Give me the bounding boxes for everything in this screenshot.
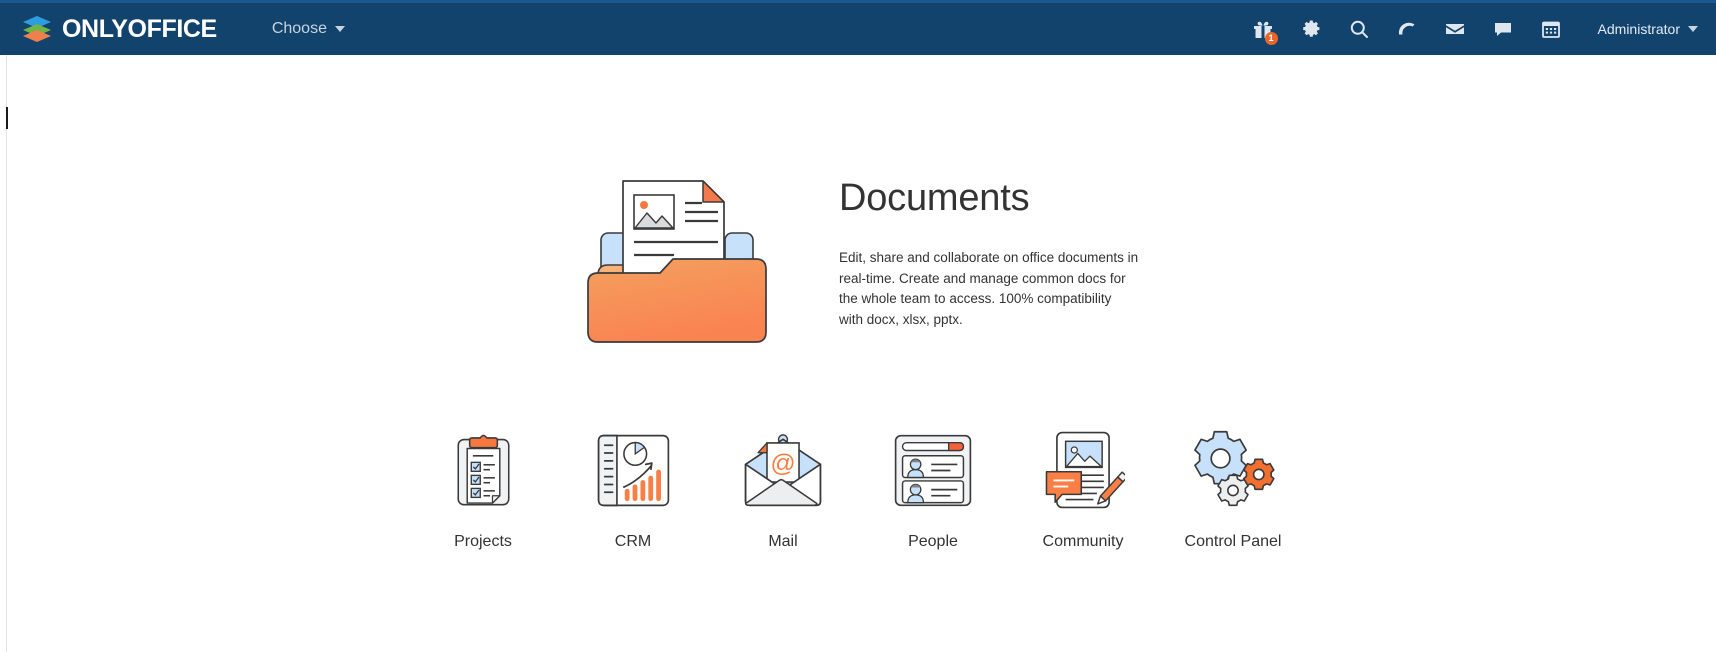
- top-navigation-bar: ONLYOFFICE Choose 1 Administrator: [0, 0, 1716, 55]
- left-divider-marker: [6, 107, 8, 129]
- search-icon[interactable]: [1346, 16, 1372, 42]
- module-item-crm[interactable]: CRM: [589, 425, 677, 551]
- mail-icon[interactable]: [1442, 16, 1468, 42]
- documents-folder-illustration-icon: [577, 165, 777, 355]
- onlyoffice-logo-text: ONLYOFFICE: [62, 14, 217, 43]
- control-panel-gears-icon: [1189, 425, 1277, 515]
- module-item-mail[interactable]: @ Mail: [739, 425, 827, 551]
- module-item-people[interactable]: People: [889, 425, 977, 551]
- module-label-crm: CRM: [614, 533, 652, 550]
- onlyoffice-layers-logo-icon: [22, 16, 52, 42]
- choose-label: Choose: [271, 20, 327, 37]
- svg-text:@: @: [770, 449, 795, 477]
- user-menu[interactable]: Administrator: [1598, 21, 1698, 37]
- module-label-community: Community: [1042, 533, 1124, 550]
- page-title: Documents: [839, 177, 1030, 219]
- hero-text-block: Documents Edit, share and collaborate on…: [839, 165, 1139, 330]
- hero-section: Documents Edit, share and collaborate on…: [0, 165, 1716, 355]
- calendar-icon[interactable]: [1538, 16, 1564, 42]
- page-content: Documents Edit, share and collaborate on…: [0, 55, 1716, 652]
- community-blog-icon: [1039, 425, 1127, 515]
- user-name-label: Administrator: [1597, 21, 1680, 37]
- projects-clipboard-icon: [439, 425, 527, 515]
- module-label-people: People: [908, 533, 958, 550]
- module-label-projects: Projects: [454, 533, 512, 550]
- chat-icon[interactable]: [1490, 16, 1516, 42]
- header-icon-group: 1: [1250, 16, 1564, 45]
- chevron-down-icon: [334, 26, 345, 32]
- module-launcher-grid: Projects CRM @ Mail People Community Con…: [0, 425, 1716, 551]
- module-label-mail: Mail: [768, 533, 798, 550]
- module-item-community[interactable]: Community: [1039, 425, 1127, 551]
- people-cards-icon: [889, 425, 977, 515]
- choose-dropdown[interactable]: Choose: [272, 20, 345, 38]
- crm-chart-icon: [589, 425, 677, 515]
- module-item-projects[interactable]: Projects: [439, 425, 527, 551]
- module-label-control-panel: Control Panel: [1184, 533, 1282, 550]
- feed-icon[interactable]: [1394, 16, 1420, 42]
- page-description: Edit, share and collaborate on office do…: [839, 250, 1139, 327]
- mail-envelope-icon: @: [739, 425, 827, 515]
- gear-icon[interactable]: [1298, 16, 1324, 42]
- gift-icon[interactable]: 1: [1250, 16, 1278, 45]
- onlyoffice-logo-link[interactable]: ONLYOFFICE: [22, 15, 217, 44]
- gift-badge-count: 1: [1264, 32, 1278, 45]
- module-item-control-panel[interactable]: Control Panel: [1185, 425, 1281, 551]
- chevron-down-icon: [1688, 26, 1698, 32]
